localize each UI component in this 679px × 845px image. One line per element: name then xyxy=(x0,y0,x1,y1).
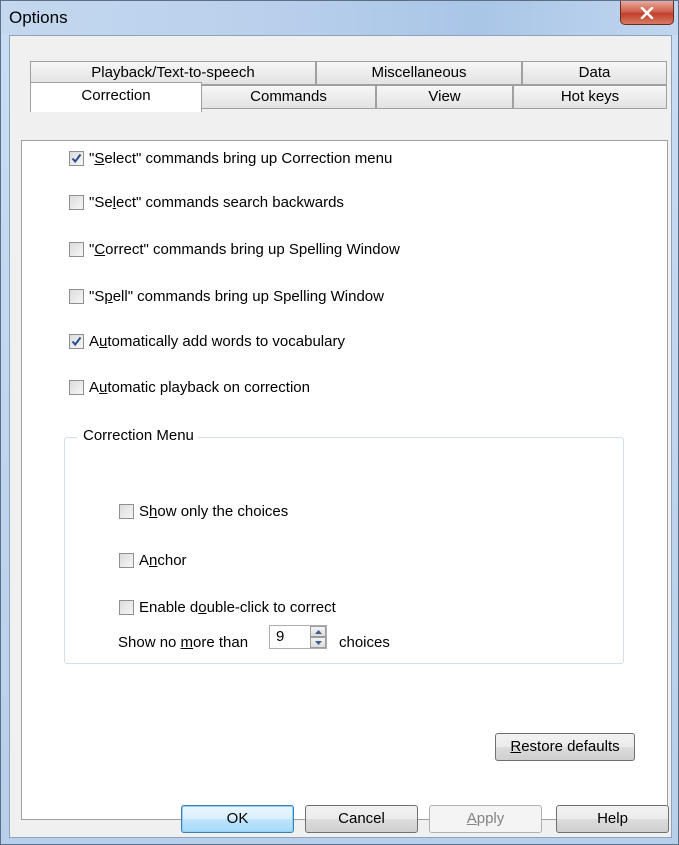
tab-data[interactable]: Data xyxy=(522,61,667,85)
option-correct-brings-spelling-window[interactable]: "Correct" commands bring up Spelling Win… xyxy=(69,241,400,258)
arrow-down-icon xyxy=(314,640,322,645)
group-title: Correction Menu xyxy=(77,427,198,444)
tab-label: Correction xyxy=(81,87,151,104)
option-auto-add-words[interactable]: Automatically add words to vocabulary xyxy=(69,333,345,350)
options-dialog: Options Playback/Text-to-speech Miscella… xyxy=(0,0,679,845)
option-label: Automatically add words to vocabulary xyxy=(89,333,345,350)
tab-label: Miscellaneous xyxy=(371,64,467,81)
help-button[interactable]: Help xyxy=(556,805,669,833)
tab-view[interactable]: View xyxy=(376,85,513,109)
option-anchor[interactable]: Anchor xyxy=(119,552,187,569)
choices-suffix-label: choices xyxy=(339,634,390,651)
window-title: Options xyxy=(9,8,68,27)
max-choices-stepper[interactable]: 9 xyxy=(269,625,327,649)
max-choices-label: Show no more than xyxy=(118,634,249,651)
option-double-click-correct[interactable]: Enable double-click to correct xyxy=(119,599,336,616)
option-label: "Select" commands bring up Correction me… xyxy=(89,150,393,167)
checkbox[interactable] xyxy=(119,553,134,568)
option-label: Show only the choices xyxy=(139,503,289,520)
option-label: Anchor xyxy=(139,552,187,569)
spin-down-button[interactable] xyxy=(310,637,326,648)
spin-up-button[interactable] xyxy=(310,626,326,637)
tab-commands[interactable]: Commands xyxy=(201,85,376,109)
tab-label: Playback/Text-to-speech xyxy=(91,64,255,81)
checkbox[interactable] xyxy=(69,195,84,210)
tab-correction[interactable]: Correction xyxy=(30,82,202,112)
spin-buttons xyxy=(310,626,326,648)
checkbox[interactable] xyxy=(69,289,84,304)
option-label: "Select" commands search backwards xyxy=(89,194,344,211)
max-choices-value[interactable]: 9 xyxy=(276,628,284,645)
close-icon xyxy=(640,6,654,19)
ok-button[interactable]: OK xyxy=(181,805,294,833)
tab-label: View xyxy=(428,88,461,105)
option-label: Automatic playback on correction xyxy=(89,379,310,396)
tab-label: Data xyxy=(578,64,611,81)
tab-miscellaneous[interactable]: Miscellaneous xyxy=(316,61,522,85)
apply-button[interactable]: Apply xyxy=(429,805,542,833)
option-select-search-backwards[interactable]: "Select" commands search backwards xyxy=(69,194,344,211)
checkmark-icon xyxy=(71,336,82,347)
checkbox[interactable] xyxy=(69,151,84,166)
restore-defaults-button[interactable]: Restore defaults xyxy=(495,733,635,761)
option-auto-playback[interactable]: Automatic playback on correction xyxy=(69,379,310,396)
option-label: Enable double-click to correct xyxy=(139,599,336,616)
tab-label: Hot keys xyxy=(560,88,620,105)
title-bar[interactable]: Options xyxy=(1,1,678,35)
checkbox[interactable] xyxy=(69,380,84,395)
option-select-brings-correction-menu[interactable]: "Select" commands bring up Correction me… xyxy=(69,150,392,167)
option-label: "Correct" commands bring up Spelling Win… xyxy=(89,241,400,258)
tab-hot-keys[interactable]: Hot keys xyxy=(513,85,667,109)
close-button[interactable] xyxy=(620,1,674,25)
cancel-button[interactable]: Cancel xyxy=(305,805,418,833)
arrow-up-icon xyxy=(314,629,322,634)
option-show-only-choices[interactable]: Show only the choices xyxy=(119,503,288,520)
option-spell-brings-spelling-window[interactable]: "Spell" commands bring up Spelling Windo… xyxy=(69,288,384,305)
checkmark-icon xyxy=(71,153,82,164)
checkbox[interactable] xyxy=(69,334,84,349)
checkbox[interactable] xyxy=(119,504,134,519)
checkbox[interactable] xyxy=(119,600,134,615)
tab-label: Commands xyxy=(250,88,327,105)
correction-menu-group xyxy=(64,437,624,664)
checkbox[interactable] xyxy=(69,242,84,257)
option-label: "Spell" commands bring up Spelling Windo… xyxy=(89,288,384,305)
